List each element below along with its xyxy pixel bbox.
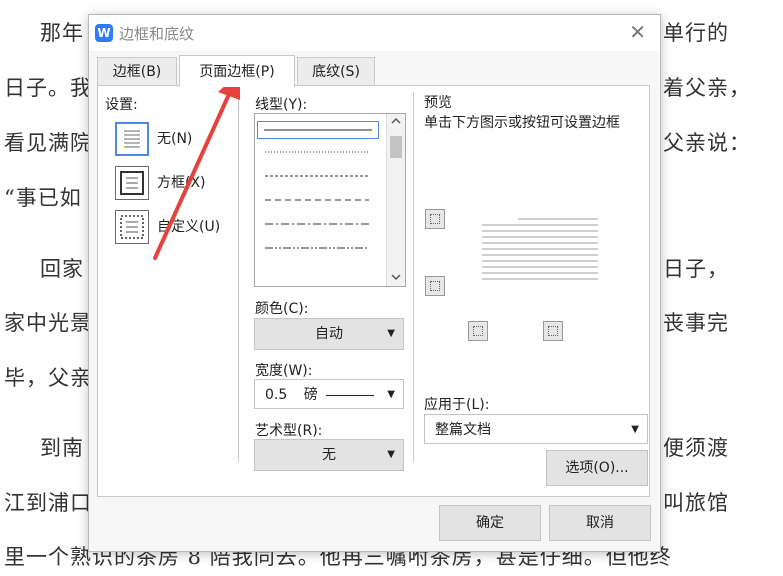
width-unit: 磅 [303, 387, 318, 403]
tab-panel: 设置: 无(N) 方框(X) 自定义(U) 线型(Y): 颜色(C): 自动 ▼… [97, 85, 650, 497]
setting-custom-icon [115, 210, 149, 244]
width-value: 0.5 [265, 387, 288, 403]
right-border-button[interactable] [543, 321, 563, 341]
setting-box-icon [115, 166, 149, 200]
tab-borders[interactable]: 边框(B) [97, 57, 177, 86]
apply-to-value: 整篇文档 [435, 422, 491, 438]
dropdown-arrow-icon: ▼ [387, 389, 395, 400]
width-line-sample [326, 394, 375, 396]
dropdown-arrow-icon: ▼ [387, 449, 395, 460]
close-icon[interactable]: ✕ [629, 20, 646, 44]
line-style-label: 线型(Y): [255, 97, 308, 113]
top-border-button[interactable] [425, 209, 445, 229]
scroll-down-icon[interactable] [387, 270, 405, 284]
scroll-up-icon[interactable] [387, 114, 405, 128]
width-label: 宽度(W): [255, 363, 313, 379]
color-value: 自动 [315, 326, 343, 342]
divider [413, 92, 414, 462]
setting-custom-label: 自定义(U) [157, 219, 221, 235]
doc-text: 便须渡 [663, 436, 729, 460]
dropdown-arrow-icon: ▼ [387, 328, 395, 339]
cancel-button[interactable]: 取消 [549, 505, 651, 541]
art-label: 艺术型(R): [255, 423, 323, 439]
doc-text: 到南 [40, 436, 84, 460]
setting-none-icon [115, 122, 149, 156]
setting-box-label: 方框(X) [157, 175, 206, 191]
line-style-list[interactable] [254, 113, 406, 287]
line-style-short-dash[interactable] [261, 168, 373, 184]
bottom-border-button[interactable] [425, 276, 445, 296]
line-style-dotted[interactable] [261, 144, 373, 160]
ok-button[interactable]: 确定 [439, 505, 541, 541]
dropdown-arrow-icon: ▼ [631, 424, 639, 435]
doc-text: 回家 [40, 257, 84, 281]
doc-text: 那年 [40, 21, 84, 45]
dialog-title: 边框和底纹 [119, 25, 195, 43]
doc-text: 丧事完 [663, 311, 729, 335]
doc-text: 叫旅馆 [663, 491, 729, 515]
art-dropdown[interactable]: 无 ▼ [254, 439, 404, 471]
setting-custom[interactable]: 自定义(U) [115, 210, 233, 244]
width-dropdown[interactable]: 0.5 磅 ▼ [254, 379, 404, 409]
doc-text: 着父亲， [663, 76, 751, 100]
options-button[interactable]: 选项(O)... [546, 450, 648, 486]
doc-text: 毕，父亲 [4, 366, 92, 390]
doc-text: 单行的 [663, 21, 729, 45]
doc-text: 父亲说： [663, 131, 751, 155]
doc-text: 看见满院 [4, 131, 92, 155]
line-style-dash-dot[interactable] [261, 216, 373, 232]
left-border-button[interactable] [468, 321, 488, 341]
dialog-titlebar[interactable]: W 边框和底纹 ✕ [89, 15, 660, 51]
tab-shading[interactable]: 底纹(S) [297, 57, 375, 86]
apply-to-label: 应用于(L): [424, 397, 490, 413]
preview-page[interactable] [482, 218, 598, 284]
doc-text: 家中光景 [4, 311, 92, 335]
doc-text: 日子， [663, 257, 729, 281]
line-style-dash[interactable] [261, 192, 373, 208]
color-label: 颜色(C): [255, 301, 309, 317]
wps-app-icon: W [95, 24, 113, 42]
divider [238, 92, 239, 462]
preview-label: 预览 [424, 95, 452, 111]
line-style-scrollbar[interactable] [386, 114, 405, 286]
art-value: 无 [322, 447, 336, 463]
scroll-thumb[interactable] [390, 136, 402, 158]
doc-text: “事已如 [4, 186, 82, 210]
borders-shading-dialog: W 边框和底纹 ✕ 边框(B) 页面边框(P) 底纹(S) 设置: 无(N) 方… [88, 14, 661, 552]
doc-text: 日子。我 [4, 76, 92, 100]
color-dropdown[interactable]: 自动 ▼ [254, 318, 404, 350]
setting-box[interactable]: 方框(X) [115, 166, 225, 200]
tab-page-border[interactable]: 页面边框(P) [179, 55, 295, 87]
line-style-solid[interactable] [257, 121, 379, 139]
doc-text: 江到浦口 [4, 491, 92, 515]
settings-label: 设置: [105, 97, 138, 113]
apply-to-dropdown[interactable]: 整篇文档 ▼ [424, 414, 648, 444]
line-style-dash-dot-dot[interactable] [261, 240, 373, 256]
preview-note: 单击下方图示或按钮可设置边框 [424, 115, 620, 131]
setting-none[interactable]: 无(N) [115, 122, 225, 156]
setting-none-label: 无(N) [157, 131, 193, 147]
